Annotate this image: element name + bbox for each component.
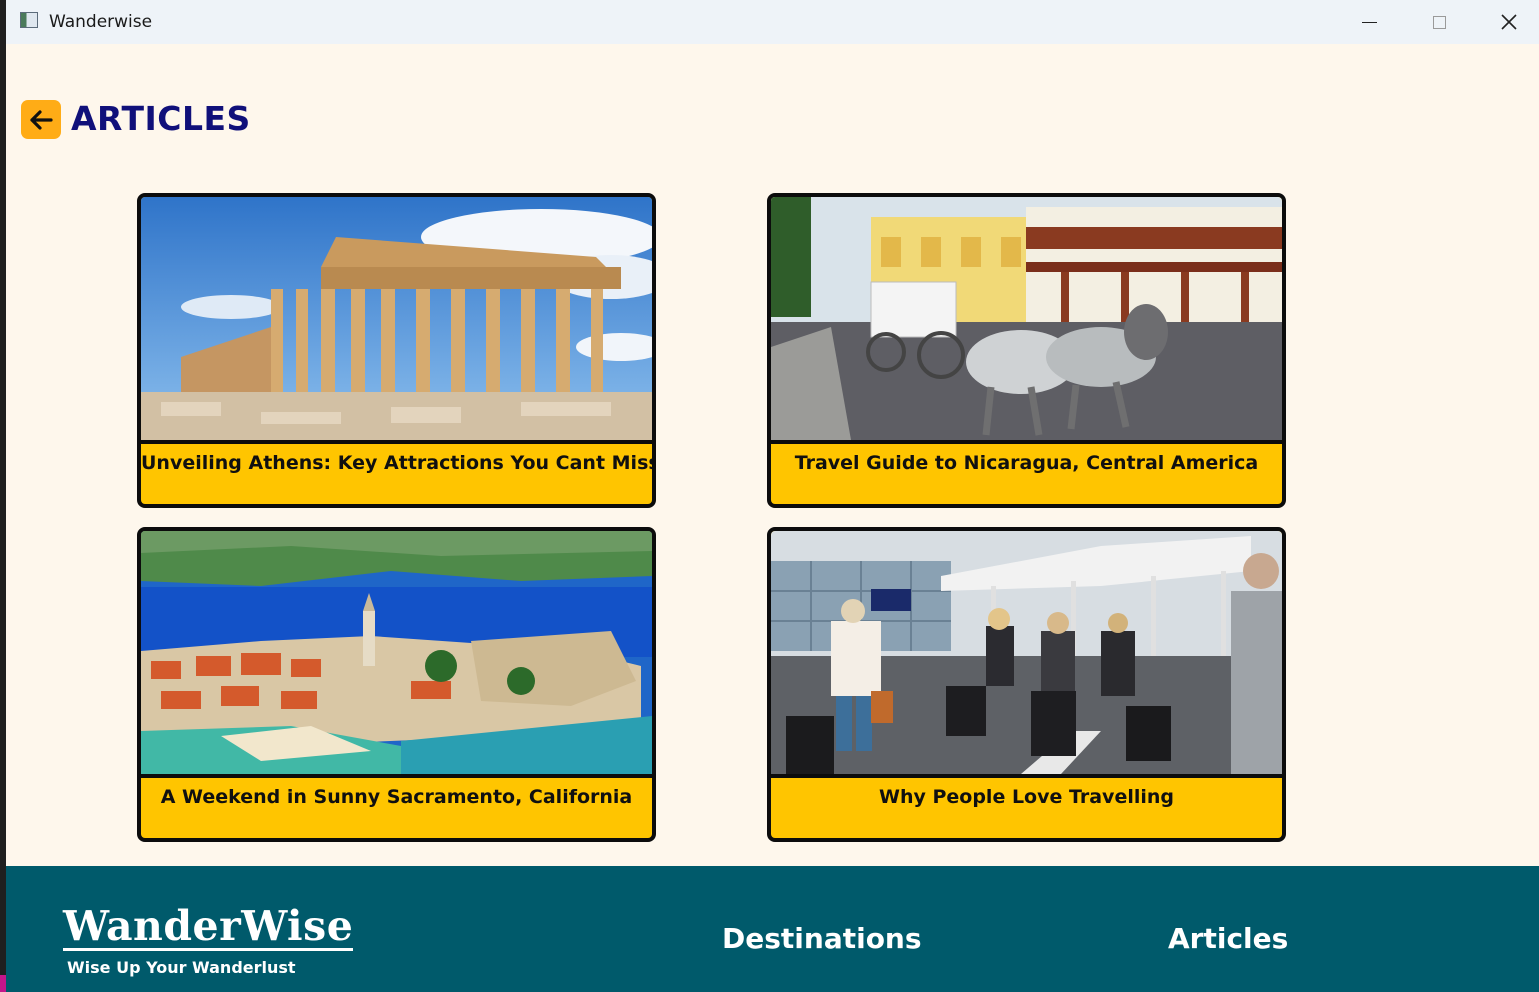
article-card-nicaragua[interactable]: Travel Guide to Nicaragua, Central Ameri… — [767, 193, 1286, 508]
close-icon — [1501, 14, 1517, 30]
article-card-athens[interactable]: Unveiling Athens: Key Attractions You Ca… — [137, 193, 656, 508]
close-button[interactable] — [1474, 0, 1539, 44]
article-image-sacramento — [141, 531, 652, 774]
title-bar: Wanderwise — [6, 0, 1539, 44]
footer-link-destinations[interactable]: Destinations — [722, 922, 922, 955]
app-window: Wanderwise ARTICLES Unveiling Athens: Ke… — [6, 0, 1539, 992]
arrow-left-icon — [30, 109, 53, 130]
card-divider — [771, 440, 1282, 444]
window-title: Wanderwise — [49, 12, 153, 32]
footer-tagline: Wise Up Your Wanderlust — [67, 958, 296, 977]
card-divider — [771, 774, 1282, 778]
page-title: ARTICLES — [71, 99, 251, 138]
minimize-button[interactable] — [1334, 0, 1404, 44]
card-divider — [141, 440, 652, 444]
maximize-icon — [1432, 15, 1446, 29]
footer-brand-logo[interactable]: WanderWise — [63, 904, 354, 951]
article-image-nicaragua — [771, 197, 1282, 440]
app-window-icon — [20, 12, 38, 28]
article-card-sacramento[interactable]: A Weekend in Sunny Sacramento, Californi… — [137, 527, 656, 842]
article-image-travelling — [771, 531, 1282, 774]
article-title: A Weekend in Sunny Sacramento, Californi… — [160, 786, 633, 808]
footer-link-articles[interactable]: Articles — [1168, 922, 1288, 955]
article-image-athens — [141, 197, 652, 440]
article-title: Why People Love Travelling — [878, 786, 1174, 808]
article-title: Unveiling Athens: Key Attractions You Ca… — [141, 452, 656, 474]
back-button[interactable] — [21, 100, 61, 139]
maximize-button[interactable] — [1404, 0, 1474, 44]
article-title: Travel Guide to Nicaragua, Central Ameri… — [794, 452, 1259, 474]
card-divider — [141, 774, 652, 778]
minimize-icon — [1361, 21, 1377, 23]
article-card-travelling[interactable]: Why People Love Travelling — [767, 527, 1286, 842]
footer: WanderWise Wise Up Your Wanderlust Desti… — [6, 866, 1539, 992]
